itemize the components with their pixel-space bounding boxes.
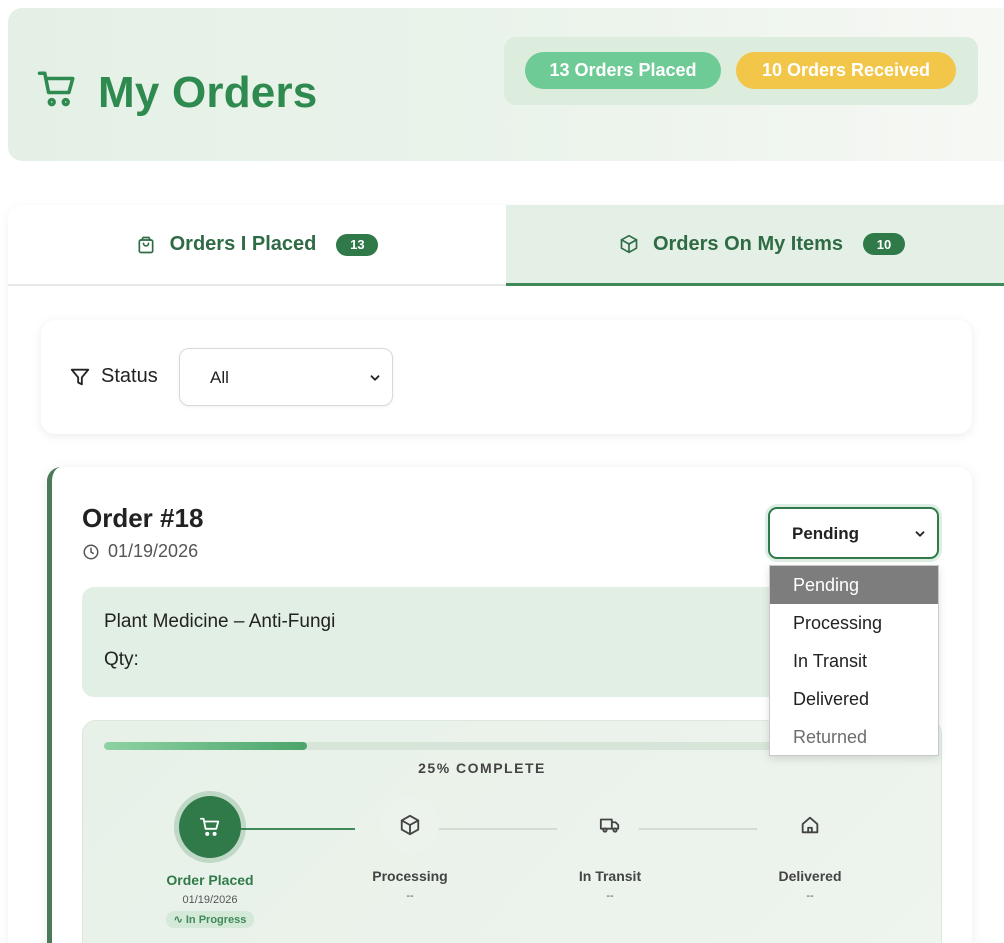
status-option-delivered[interactable]: Delivered (770, 680, 938, 718)
step-label: Delivered (778, 868, 842, 884)
status-option-returned[interactable]: Returned (770, 718, 938, 756)
status-filter-value: All (210, 368, 229, 387)
step-status-badge: ∿ In Progress (165, 911, 255, 928)
order-date: 01/19/2026 (82, 541, 198, 562)
status-filter-select[interactable]: All (179, 348, 393, 406)
step-circle (581, 796, 639, 854)
order-status-select[interactable]: Pending (768, 507, 939, 559)
step-date: -- (806, 890, 814, 902)
order-item: Plant Medicine – Anti-Fungi Qty: (82, 587, 782, 697)
order-status-dropdown: Pending Processing In Transit Delivered … (769, 565, 939, 756)
chevron-down-icon (915, 531, 925, 537)
truck-icon (599, 818, 620, 833)
step-circle (381, 796, 439, 854)
status-option-processing[interactable]: Processing (770, 604, 938, 642)
step-order-placed: Order Placed 01/19/2026 ∿ In Progress (130, 796, 290, 928)
order-summary-badges: 13 Orders Placed 10 Orders Received (504, 37, 978, 105)
package-icon (620, 234, 638, 254)
step-circle (781, 796, 839, 854)
product-qty: Qty: (104, 649, 139, 670)
order-date-text: 01/19/2026 (108, 541, 199, 561)
home-icon (801, 816, 819, 834)
status-filter-label: Status (101, 365, 158, 387)
tab-label: Orders I Placed (169, 233, 317, 255)
step-date: -- (406, 890, 414, 902)
step-label: Processing (372, 868, 448, 884)
step-processing: Processing -- (330, 796, 490, 902)
activity-icon: ∿ (173, 914, 183, 926)
shopping-cart-icon (199, 817, 220, 836)
status-option-pending[interactable]: Pending (770, 566, 938, 604)
step-circle (179, 796, 241, 858)
shopping-cart-icon (37, 71, 75, 107)
tab-label: Orders On My Items (652, 232, 844, 255)
progress-label: 25% COMPLETE (418, 760, 546, 776)
tab-count-badge: 13 (336, 233, 379, 256)
status-filter-bar: Status All (41, 320, 972, 434)
tab-orders-placed[interactable]: Orders I Placed 13 (8, 205, 506, 286)
step-label: In Transit (578, 868, 642, 884)
product-name: Plant Medicine – Anti-Fungi (104, 611, 336, 632)
step-in-transit: In Transit -- (530, 796, 690, 902)
step-date: -- (606, 890, 614, 902)
step-date: 01/19/2026 (182, 894, 238, 906)
clock-icon (83, 544, 99, 559)
status-option-in-transit[interactable]: In Transit (770, 642, 938, 680)
order-title: Order #18 (82, 503, 204, 533)
orders-placed-badge: 13 Orders Placed (525, 52, 721, 89)
step-label: Order Placed (166, 872, 254, 888)
tab-count-badge: 10 (863, 233, 906, 255)
step-status-text: In Progress (185, 914, 247, 926)
order-status-value: Pending (792, 524, 860, 543)
page-title: My Orders (98, 68, 318, 117)
orders-received-badge: 10 Orders Received (736, 52, 956, 89)
shopping-bag-icon (138, 236, 154, 253)
package-icon (400, 814, 420, 836)
filter-icon (70, 368, 90, 386)
chevron-down-icon (370, 375, 380, 381)
page-header: My Orders 13 Orders Placed 10 Orders Rec… (8, 8, 1004, 161)
tab-orders-on-my-items[interactable]: Orders On My Items 10 (506, 205, 1004, 286)
progress-bar-fill (104, 742, 307, 750)
step-delivered: Delivered -- (730, 796, 890, 902)
